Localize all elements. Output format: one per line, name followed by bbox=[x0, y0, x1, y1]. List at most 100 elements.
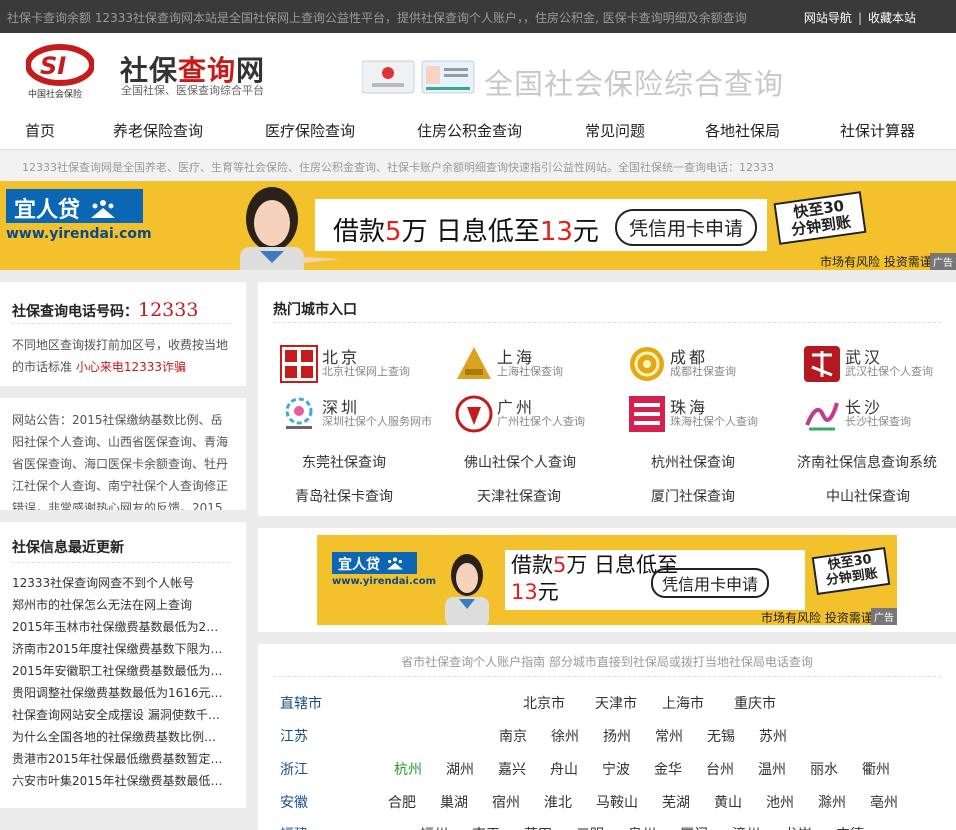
ad-apply-button[interactable]: 凭信用卡申请 bbox=[615, 209, 758, 246]
province-directory: 省市社保查询个人账户指南 部分城市直接到社保局或拨打当地社保局电话查询 直辖市 … bbox=[258, 644, 956, 830]
nav-home[interactable]: 首页 bbox=[25, 120, 55, 141]
city-link[interactable]: 南平 bbox=[472, 824, 500, 830]
hot-link[interactable]: 厦门社保查询 bbox=[651, 486, 735, 506]
list-item[interactable]: 六安市叶集2015年社保缴费基数最低为2400元 bbox=[12, 770, 224, 792]
city-link[interactable]: 舟山 bbox=[550, 759, 578, 779]
city-link[interactable]: 马鞍山 bbox=[596, 792, 638, 812]
city-link[interactable]: 苏州 bbox=[759, 726, 787, 746]
hot-link[interactable]: 佛山社保个人查询 bbox=[464, 452, 576, 472]
site-slogan: 全国社保、医保查询综合平台 bbox=[121, 84, 264, 97]
ad-brand-text: 宜人贷 bbox=[14, 198, 81, 223]
city-link[interactable]: 漳州 bbox=[732, 824, 760, 830]
ad-banner-middle[interactable]: 宜人贷 www.yirendai.com 借款5万 日息低至 13元 凭信用卡申请… bbox=[317, 535, 897, 625]
city-link[interactable]: 福州 bbox=[420, 824, 448, 830]
province-name[interactable]: 浙江 bbox=[280, 759, 308, 779]
city-link[interactable]: 三明 bbox=[576, 824, 604, 830]
city-wuhan[interactable]: 武汉 武汉社保个人查询 bbox=[803, 344, 956, 384]
nav-faq[interactable]: 常见问题 bbox=[585, 120, 645, 141]
city-link[interactable]: 莆田 bbox=[524, 824, 552, 830]
hot-link[interactable]: 天津社保查询 bbox=[477, 486, 561, 506]
list-item[interactable]: 2015年玉林市社保缴费基数最低为2300元 bbox=[12, 616, 224, 638]
hot-link[interactable]: 中山社保查询 bbox=[826, 486, 910, 506]
city-link[interactable]: 天津市 bbox=[595, 693, 637, 713]
list-item[interactable]: 12333社保查询网查不到个人帐号 bbox=[12, 572, 224, 594]
nav-calculator[interactable]: 社保计算器 bbox=[840, 120, 915, 141]
city-link[interactable]: 宁德 bbox=[836, 824, 864, 830]
city-chengdu[interactable]: 成都 成都社保查询 bbox=[628, 344, 798, 384]
city-link[interactable]: 合肥 bbox=[388, 792, 416, 812]
slogan-part: 借款 bbox=[333, 217, 386, 247]
city-link[interactable]: 巢湖 bbox=[440, 792, 468, 812]
city-link[interactable]: 龙岩 bbox=[784, 824, 812, 830]
hot-link[interactable]: 济南社保信息查询系统 bbox=[797, 452, 937, 472]
city-link[interactable]: 宿州 bbox=[492, 792, 520, 812]
city-link[interactable]: 泉州 bbox=[628, 824, 656, 830]
city-link[interactable]: 丽水 bbox=[810, 759, 838, 779]
city-shanghai[interactable]: 上海 上海社保查询 bbox=[455, 344, 625, 384]
city-link[interactable]: 黄山 bbox=[714, 792, 742, 812]
hot-link[interactable]: 杭州社保查询 bbox=[651, 452, 735, 472]
list-item[interactable]: 郑州市的社保怎么无法在网上查询 bbox=[12, 594, 224, 616]
city-desc: 成都社保查询 bbox=[670, 365, 736, 378]
city-link[interactable]: 温州 bbox=[758, 759, 786, 779]
nav-medical[interactable]: 医疗保险查询 bbox=[265, 120, 355, 141]
ad-apply-button[interactable]: 凭信用卡申请 bbox=[651, 568, 770, 598]
city-beijing[interactable]: 北京 北京社保网上查询 bbox=[280, 344, 450, 384]
nav-pension[interactable]: 养老保险查询 bbox=[113, 120, 203, 141]
city-link[interactable]: 北京市 bbox=[523, 693, 565, 713]
city-link[interactable]: 厦门 bbox=[680, 824, 708, 830]
city-link[interactable]: 扬州 bbox=[603, 726, 631, 746]
site-nav-link[interactable]: 网站导航 bbox=[804, 11, 852, 25]
slogan-part: 万 日息低至 bbox=[401, 217, 540, 247]
slogan-part: 13 bbox=[539, 217, 573, 247]
city-link[interactable]: 嘉兴 bbox=[498, 759, 526, 779]
ad-banner-top[interactable]: 宜人贷 www.yirendai.com 借款5万 日息低至13元 凭信用卡申请… bbox=[0, 181, 956, 270]
city-link[interactable]: 徐州 bbox=[551, 726, 579, 746]
city-link[interactable]: 亳州 bbox=[870, 792, 898, 812]
city-link[interactable]: 上海市 bbox=[662, 693, 704, 713]
city-link[interactable]: 衢州 bbox=[862, 759, 890, 779]
list-item[interactable]: 为什么全国各地的社保缴费基数比例不一样 bbox=[12, 726, 224, 748]
city-link[interactable]: 杭州 bbox=[394, 759, 422, 779]
city-changsha[interactable]: 长沙 长沙社保查询 bbox=[803, 394, 956, 434]
ad-url: www.yirendai.com bbox=[332, 576, 437, 587]
city-link[interactable]: 湖州 bbox=[446, 759, 474, 779]
list-item[interactable]: 济南市2015年度社保缴费基数下限为2592元 bbox=[12, 638, 224, 660]
city-link[interactable]: 无锡 bbox=[707, 726, 735, 746]
brand-people-icon bbox=[90, 200, 115, 218]
city-link[interactable]: 重庆市 bbox=[734, 693, 776, 713]
city-zhuhai[interactable]: 珠海 珠海社保个人查询 bbox=[628, 394, 798, 434]
city-link[interactable]: 台州 bbox=[706, 759, 734, 779]
changsha-icon bbox=[805, 402, 839, 431]
ad-model-image bbox=[445, 554, 489, 625]
city-link[interactable]: 宁波 bbox=[602, 759, 630, 779]
city-guangzhou[interactable]: 广州 广州社保个人查询 bbox=[455, 394, 625, 434]
phone-label: 社保查询电话号码： bbox=[12, 304, 138, 320]
city-shenzhen[interactable]: 深圳 深圳社保个人服务网市 bbox=[280, 394, 450, 434]
province-name[interactable]: 安徽 bbox=[280, 792, 308, 812]
list-item[interactable]: 2015年安徽职工社保缴费基数最低为2500元 bbox=[12, 660, 224, 682]
hot-link[interactable]: 青岛社保卡查询 bbox=[295, 486, 393, 506]
divider bbox=[273, 676, 941, 677]
province-name[interactable]: 江苏 bbox=[280, 726, 308, 746]
list-item[interactable]: 贵港市2015年社保最低缴费基数暂定标准公布 bbox=[12, 748, 224, 770]
city-link[interactable]: 淮北 bbox=[544, 792, 572, 812]
city-link[interactable]: 芜湖 bbox=[662, 792, 690, 812]
si-logo-icon[interactable]: SI bbox=[26, 43, 94, 93]
hot-link[interactable]: 东莞社保查询 bbox=[302, 452, 386, 472]
bookmark-link[interactable]: 收藏本站 bbox=[868, 11, 916, 25]
list-item[interactable]: 贵阳调整社保缴费基数最低为1616元上限8080元 bbox=[12, 682, 224, 704]
nav-housing-fund[interactable]: 住房公积金查询 bbox=[417, 120, 522, 141]
city-link[interactable]: 池州 bbox=[766, 792, 794, 812]
site-header: SI 中国社会保险 社保查询网 全国社保、医保查询综合平台 全国社会保险综合查询 bbox=[0, 33, 956, 108]
city-desc: 上海社保查询 bbox=[497, 365, 563, 378]
province-name[interactable]: 直辖市 bbox=[280, 693, 322, 713]
city-link[interactable]: 南京 bbox=[499, 726, 527, 746]
fraud-warning-link[interactable]: 小心来电12333诈骗 bbox=[76, 360, 186, 374]
list-item[interactable]: 社保查询网站安全成摆设 漏洞使数千万人信息外泄 bbox=[12, 704, 224, 726]
city-link[interactable]: 金华 bbox=[654, 759, 682, 779]
city-link[interactable]: 常州 bbox=[655, 726, 683, 746]
city-link[interactable]: 滁州 bbox=[818, 792, 846, 812]
province-name[interactable]: 福建 bbox=[280, 824, 308, 830]
nav-bureaus[interactable]: 各地社保局 bbox=[705, 120, 780, 141]
